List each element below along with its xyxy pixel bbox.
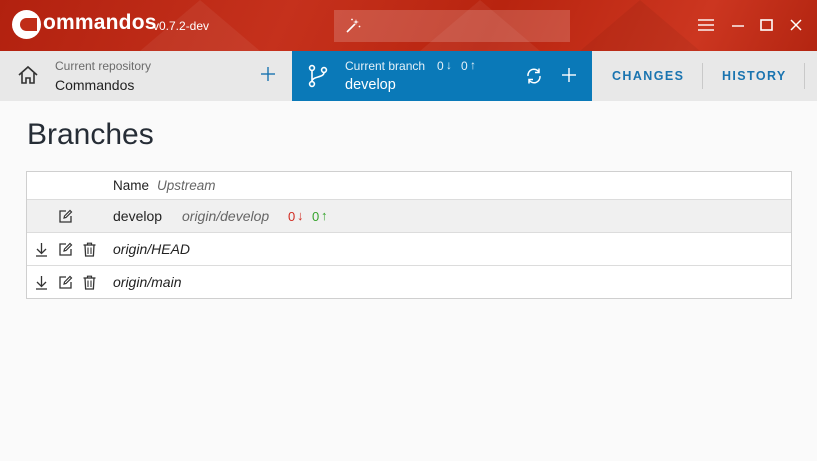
branch-name: origin/main xyxy=(113,274,182,290)
trash-icon[interactable] xyxy=(82,242,97,257)
app-version: v0.7.2-dev xyxy=(153,19,210,33)
tab-changes[interactable]: CHANGES xyxy=(612,69,684,83)
download-icon[interactable] xyxy=(34,275,49,290)
table-row[interactable]: origin/HEAD xyxy=(27,232,791,265)
edit-icon[interactable] xyxy=(58,242,73,257)
branches-table: Name Upstream develop origin/develop 0 ↓… xyxy=(26,171,792,299)
page-title: Branches xyxy=(27,118,154,151)
tab-history[interactable]: HISTORY xyxy=(722,69,787,83)
branch-name: develop xyxy=(345,77,396,93)
arrow-up-icon: ↑ xyxy=(470,58,476,72)
trash-icon[interactable] xyxy=(82,275,97,290)
title-bar: ommandos v0.7.2-dev xyxy=(0,0,817,51)
app-logo-icon xyxy=(12,10,41,39)
add-branch-icon[interactable] xyxy=(561,67,577,83)
arrow-down-icon: ↓ xyxy=(446,58,452,72)
edit-icon[interactable] xyxy=(58,275,73,290)
minimize-icon[interactable] xyxy=(729,16,747,34)
background-triangle xyxy=(580,0,700,51)
toolbar: Current repository Commandos Current bra… xyxy=(0,51,817,101)
command-input[interactable] xyxy=(334,10,570,42)
ahead-count: 0 xyxy=(461,59,468,73)
arrow-up-icon: ↑ xyxy=(321,208,328,223)
home-icon xyxy=(18,65,38,84)
maximize-icon[interactable] xyxy=(758,16,776,34)
menu-icon[interactable] xyxy=(697,16,715,34)
branch-name: develop xyxy=(113,208,163,224)
sync-icon[interactable] xyxy=(525,67,543,85)
branch-upstream: origin/develop xyxy=(182,208,270,224)
repository-name: Commandos xyxy=(55,77,135,93)
add-repository-icon[interactable] xyxy=(260,66,276,82)
git-branch-icon xyxy=(308,64,328,88)
behind-count: 0 xyxy=(437,59,444,73)
edit-icon[interactable] xyxy=(58,209,73,224)
arrow-down-icon: ↓ xyxy=(297,208,304,223)
magic-wand-icon xyxy=(346,18,361,33)
upstream-column-header: Upstream xyxy=(157,178,216,193)
close-icon[interactable] xyxy=(787,16,805,34)
branch-name: origin/HEAD xyxy=(113,241,191,257)
branch-label: Current branch xyxy=(345,59,426,73)
repository-label: Current repository xyxy=(55,59,152,73)
current-repository-selector[interactable]: Current repository Commandos xyxy=(0,51,292,101)
download-icon[interactable] xyxy=(34,242,49,257)
table-row[interactable]: develop origin/develop 0 ↓ 0 ↑ xyxy=(27,199,791,232)
behind-count: 0 xyxy=(288,209,296,224)
name-column-header: Name xyxy=(113,178,150,193)
tab-separator xyxy=(702,63,703,89)
tab-separator xyxy=(804,63,805,89)
table-row[interactable]: origin/main xyxy=(27,265,791,298)
table-header: Name Upstream xyxy=(27,172,791,199)
current-branch-selector[interactable]: Current branch 0 ↓ 0 ↑ develop xyxy=(292,51,592,101)
ahead-count: 0 xyxy=(312,209,320,224)
app-name: ommandos xyxy=(43,11,157,34)
